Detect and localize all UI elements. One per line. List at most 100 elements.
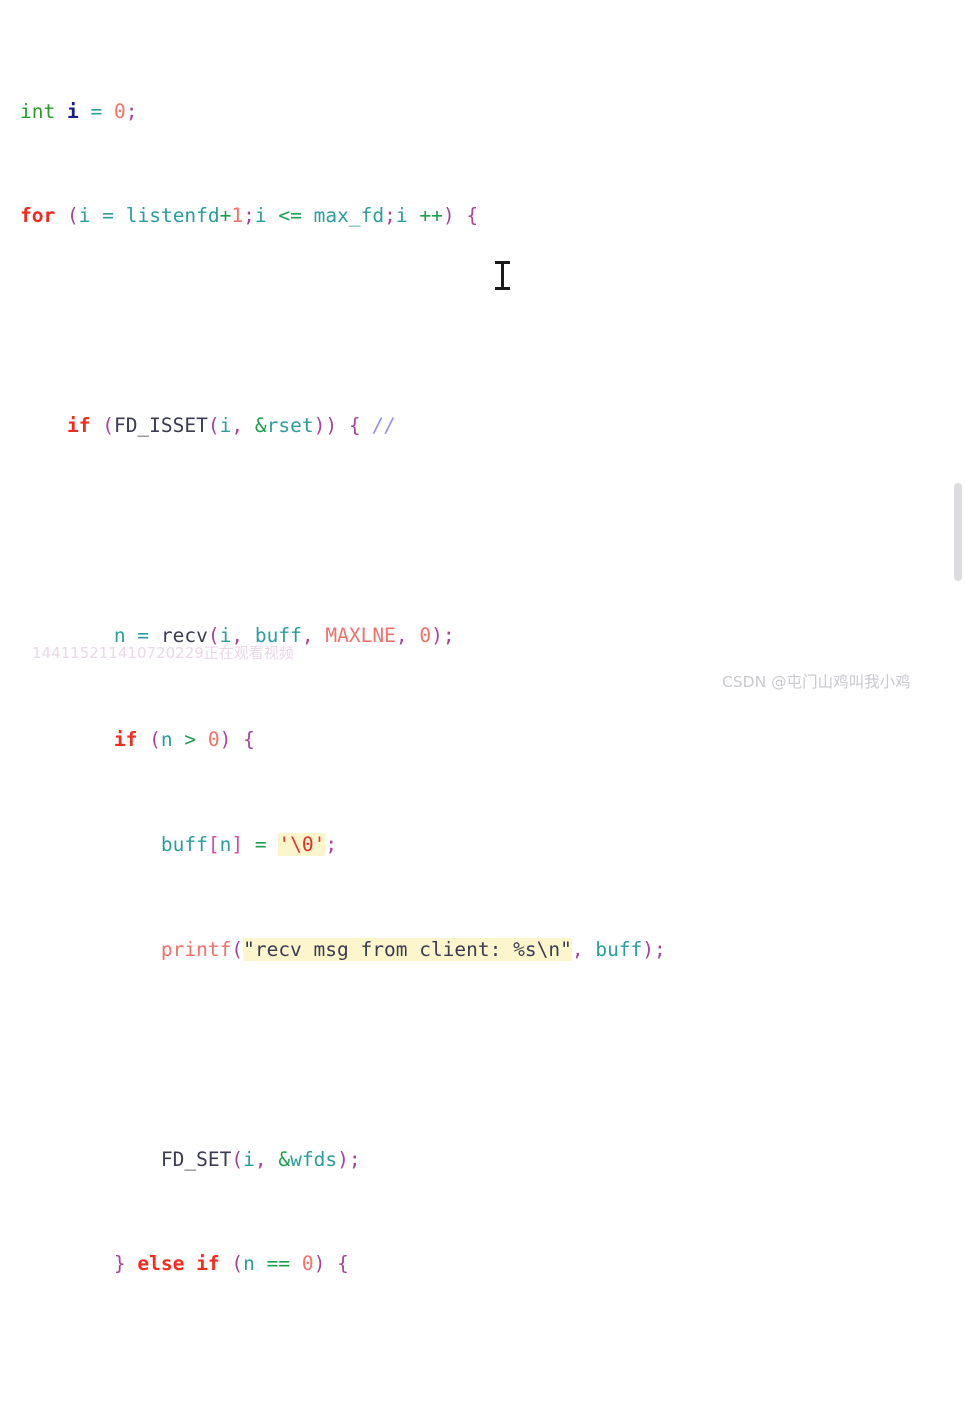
token-var-i: i — [254, 204, 267, 228]
code-line: n = recv(i, buff, MAXLNE, 0); — [20, 623, 666, 649]
token-var-i: i — [66, 99, 79, 123]
code-line: int i = 0; — [20, 99, 666, 125]
token-plus: + — [219, 204, 232, 228]
token-keyword-if: if — [66, 414, 91, 437]
token-number-zero: 0 — [301, 1252, 314, 1276]
code-line: } else if (n == 0) { — [20, 1251, 666, 1277]
token-increment: ++ — [419, 204, 443, 228]
token-var-buff: buff — [595, 937, 643, 961]
code-line: if (n > 0) { — [20, 727, 666, 753]
token-number-one: 1 — [231, 204, 244, 228]
token-var-i: i — [78, 204, 91, 228]
token-paren-close: ) — [337, 1147, 349, 1171]
token-comma: , — [395, 623, 408, 647]
token-semicolon: ; — [348, 1147, 361, 1171]
token-ampersand: & — [254, 414, 267, 437]
token-number-zero: 0 — [419, 623, 432, 647]
token-paren-close: ) — [442, 204, 455, 228]
token-bracket-open: [ — [207, 833, 220, 857]
token-assign: = — [102, 204, 114, 228]
token-fn-recv: recv — [160, 623, 208, 647]
token-var-i: i — [219, 414, 232, 437]
token-macro-fd-isset: FD_ISSET — [113, 414, 208, 437]
token-string-recv-msg: "recv msg from client: %s\n" — [243, 937, 572, 961]
token-bracket-close: ] — [231, 833, 244, 857]
token-brace-open: { — [466, 204, 479, 228]
token-var-max-fd: max_fd — [313, 204, 385, 228]
token-assign: = — [137, 623, 150, 647]
token-keyword-else: else — [137, 1252, 185, 1276]
token-keyword-if: if — [113, 728, 138, 752]
token-semicolon: ; — [442, 623, 455, 647]
token-var-wfds: wfds — [290, 1147, 338, 1171]
token-paren-close: ) — [642, 937, 655, 961]
token-brace-open: { — [243, 728, 255, 752]
token-paren-open: ( — [231, 1147, 244, 1171]
token-le: <= — [278, 204, 302, 228]
token-paren-open: ( — [207, 623, 220, 647]
token-comma: , — [254, 1147, 267, 1171]
code-text-area[interactable]: int i = 0; for (i = listenfd+1;i <= max_… — [20, 20, 666, 1402]
token-var-listenfd: listenfd — [125, 204, 220, 228]
token-keyword-if: if — [196, 1252, 220, 1276]
vertical-scrollbar[interactable] — [951, 0, 965, 701]
token-semicolon: ; — [125, 99, 138, 123]
token-paren-close: ) — [431, 623, 443, 647]
token-keyword-for: for — [20, 204, 56, 228]
token-fn-printf: printf — [160, 937, 232, 961]
token-gt: > — [184, 728, 197, 752]
code-line: for (i = listenfd+1;i <= max_fd;i ++) { — [20, 203, 666, 229]
token-semicolon: ; — [325, 833, 338, 857]
token-comma: , — [301, 623, 314, 647]
code-line: if (FD_ISSET(i, &rset)) { // — [20, 413, 666, 439]
token-comma: , — [571, 937, 584, 961]
token-var-i: i — [243, 1147, 255, 1171]
token-semicolon: ; — [654, 937, 666, 961]
token-paren-close: ) — [219, 728, 232, 752]
token-eq: == — [266, 1252, 291, 1276]
token-var-rset: rset — [266, 414, 314, 437]
token-paren-open: ( — [102, 414, 114, 437]
token-assign: = — [254, 833, 267, 857]
token-var-buff: buff — [160, 833, 208, 857]
token-keyword-int: int — [20, 99, 56, 123]
token-var-i: i — [219, 623, 232, 647]
token-paren-open: ( — [231, 1252, 244, 1276]
token-number-zero: 0 — [207, 728, 220, 752]
token-brace-open: { — [337, 1252, 349, 1276]
token-semicolon: ; — [243, 204, 255, 228]
token-var-n: n — [113, 623, 126, 647]
scrollbar-thumb[interactable] — [954, 483, 962, 581]
token-number-zero: 0 — [113, 99, 126, 123]
token-comma: , — [231, 414, 244, 437]
token-macro-fd-set: FD_SET — [160, 1147, 232, 1171]
code-line: buff[n] = '\0'; — [20, 832, 666, 858]
token-paren-open: ( — [149, 728, 161, 752]
code-line: FD_SET(i, &wfds); — [20, 1147, 666, 1173]
token-char-literal-nul: '\0' — [278, 833, 326, 857]
token-var-n: n — [219, 833, 232, 857]
token-var-buff: buff — [254, 623, 302, 647]
token-paren-open: ( — [66, 204, 79, 228]
token-assign: = — [90, 99, 103, 123]
token-brace-close: } — [113, 1252, 126, 1276]
token-paren-close: ) — [325, 414, 338, 437]
token-comment-trailing: // — [372, 414, 396, 437]
token-comma: , — [231, 623, 244, 647]
code-line: printf("recv msg from client: %s\n", buf… — [20, 937, 666, 963]
token-paren-open: ( — [231, 937, 244, 961]
token-ampersand: & — [278, 1147, 291, 1171]
token-paren-close: ) — [313, 414, 326, 437]
token-semicolon: ; — [384, 204, 396, 228]
token-paren-close: ) — [313, 1252, 326, 1276]
token-const-maxlne: MAXLNE — [325, 623, 396, 647]
token-var-n: n — [160, 728, 173, 752]
code-editor-canvas[interactable]: int i = 0; for (i = listenfd+1;i <= max_… — [0, 0, 965, 1275]
token-var-n: n — [243, 1252, 255, 1276]
token-var-i: i — [395, 204, 408, 228]
token-brace-open: { — [348, 414, 361, 437]
